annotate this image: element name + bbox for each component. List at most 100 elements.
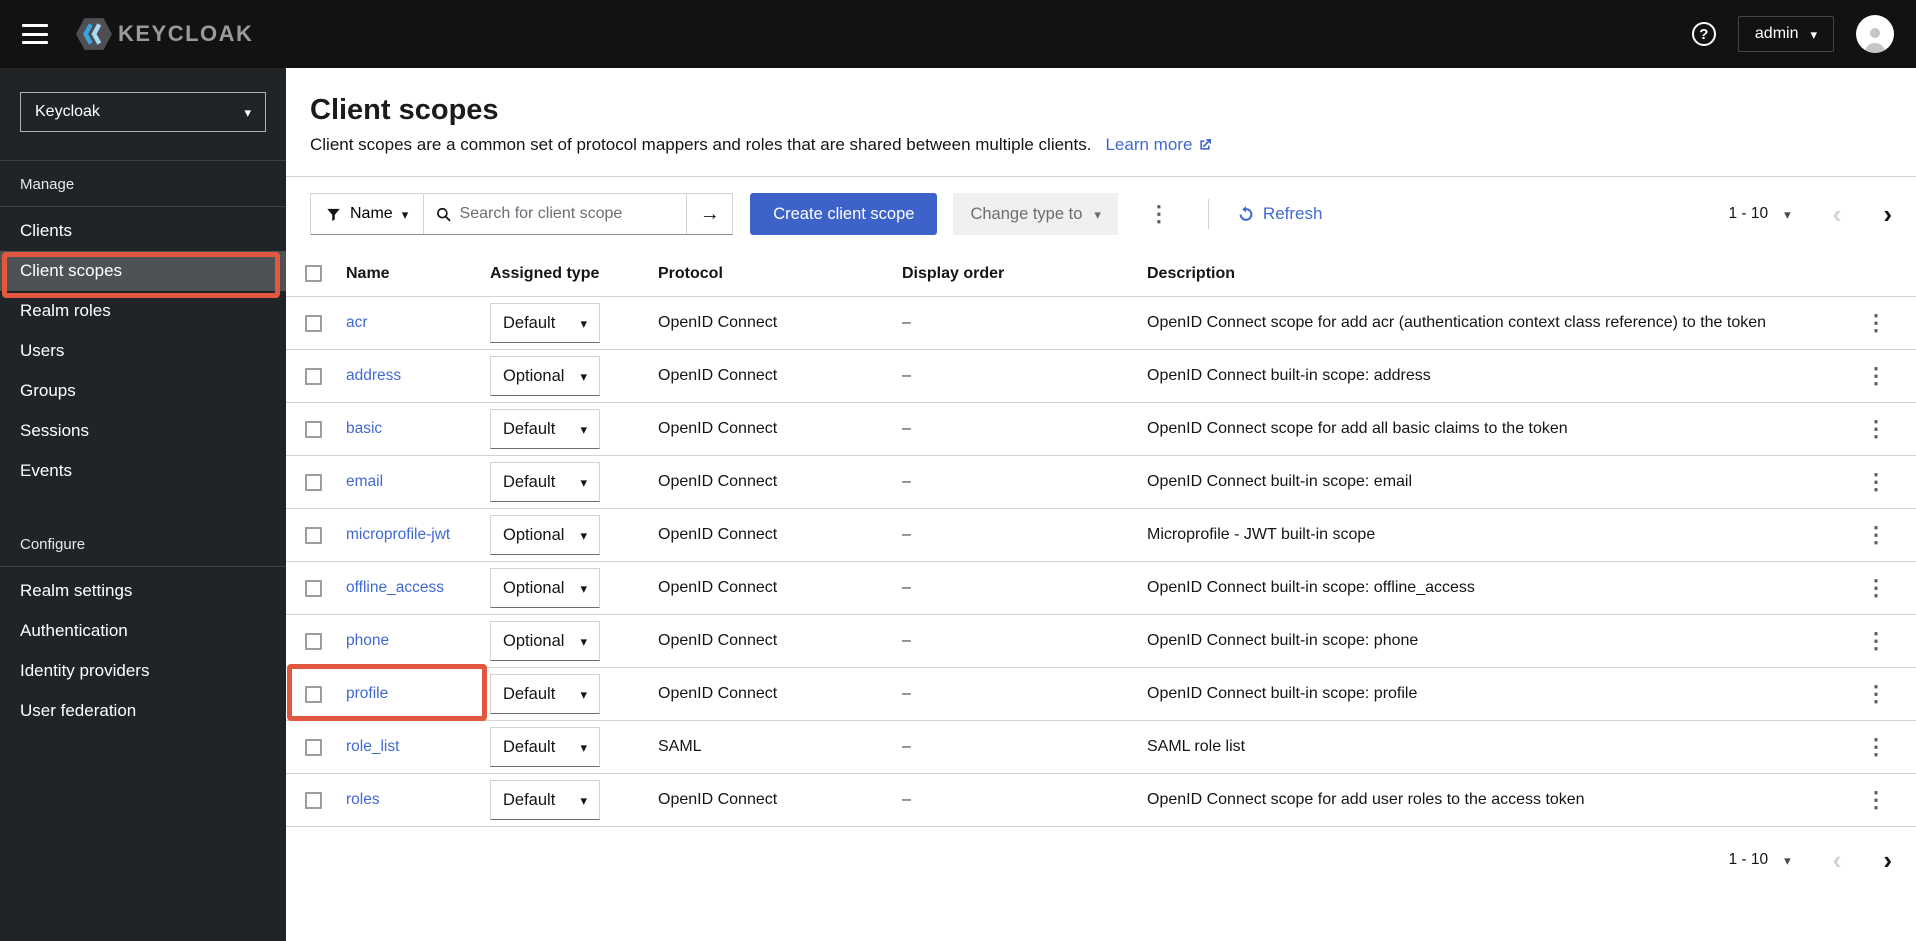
refresh-button[interactable]: Refresh bbox=[1237, 204, 1322, 224]
row-kebab-menu[interactable]: ⋮ bbox=[1857, 626, 1895, 656]
select-all-checkbox[interactable] bbox=[305, 265, 322, 282]
next-page-button[interactable]: › bbox=[1883, 201, 1892, 227]
row-kebab-menu[interactable]: ⋮ bbox=[1857, 679, 1895, 709]
assigned-type-select[interactable]: Default ▾ bbox=[490, 462, 600, 502]
change-type-to-dropdown[interactable]: Change type to ▾ bbox=[953, 193, 1118, 235]
chevron-down-icon: ▾ bbox=[1094, 206, 1101, 222]
row-checkbox[interactable] bbox=[305, 314, 322, 332]
pagination-dropdown-icon[interactable]: ▾ bbox=[1784, 208, 1791, 221]
assigned-type-select[interactable]: Default ▾ bbox=[490, 409, 600, 449]
protocol-cell: OpenID Connect bbox=[658, 579, 778, 596]
description-cell: OpenID Connect built-in scope: profile bbox=[1147, 685, 1418, 702]
row-checkbox[interactable] bbox=[305, 738, 322, 756]
previous-page-button[interactable]: ‹ bbox=[1833, 201, 1842, 227]
scope-name-link[interactable]: microprofile-jwt bbox=[346, 526, 490, 544]
chevron-down-icon: ▾ bbox=[580, 474, 587, 490]
assigned-type-select[interactable]: Default ▾ bbox=[490, 303, 600, 343]
main-content: Client scopes Client scopes are a common… bbox=[286, 68, 1916, 941]
top-pagination: 1 - 10 ▾ ‹ › bbox=[1728, 201, 1892, 227]
display-order-cell: – bbox=[902, 314, 911, 331]
sidebar-item-realm-roles[interactable]: Realm roles bbox=[0, 291, 286, 331]
row-kebab-menu[interactable]: ⋮ bbox=[1857, 308, 1895, 338]
assigned-type-select[interactable]: Default ▾ bbox=[490, 674, 600, 714]
sidebar-item-events[interactable]: Events bbox=[0, 451, 286, 491]
bottom-pagination: 1 - 10 ▾ ‹ › bbox=[286, 827, 1916, 873]
search-input[interactable] bbox=[459, 205, 675, 223]
help-icon[interactable]: ? bbox=[1691, 22, 1716, 46]
assigned-type-select[interactable]: Optional ▾ bbox=[490, 621, 600, 661]
sidebar-item-groups[interactable]: Groups bbox=[0, 371, 286, 411]
description-cell: OpenID Connect built-in scope: address bbox=[1147, 367, 1431, 384]
scope-name-link[interactable]: roles bbox=[346, 791, 490, 809]
table-header-row: Name Assigned type Protocol Display orde… bbox=[286, 251, 1916, 297]
search-submit-button[interactable]: → bbox=[686, 194, 733, 234]
row-kebab-menu[interactable]: ⋮ bbox=[1857, 573, 1895, 603]
row-checkbox[interactable] bbox=[305, 579, 322, 597]
realm-selector-label: Keycloak bbox=[35, 103, 100, 120]
column-header-name: Name bbox=[346, 264, 390, 282]
table-row-email: email Default ▾ OpenID Connect – OpenID Conne… bbox=[286, 456, 1916, 509]
sidebar-item-sessions[interactable]: Sessions bbox=[0, 411, 286, 451]
row-checkbox[interactable] bbox=[305, 420, 322, 438]
description-cell: OpenID Connect built-in scope: phone bbox=[1147, 632, 1419, 649]
scope-name-link[interactable]: profile bbox=[346, 685, 490, 703]
scope-name-link[interactable]: email bbox=[346, 473, 490, 491]
row-checkbox[interactable] bbox=[305, 685, 322, 703]
assigned-type-select[interactable]: Default ▾ bbox=[490, 727, 600, 767]
assigned-type-value: Optional bbox=[503, 578, 565, 597]
row-checkbox[interactable] bbox=[305, 791, 322, 809]
protocol-cell: SAML bbox=[658, 738, 702, 755]
client-scopes-table: Name Assigned type Protocol Display orde… bbox=[286, 251, 1916, 827]
scope-name-link[interactable]: role_list bbox=[346, 738, 490, 756]
sidebar-item-user-federation[interactable]: User federation bbox=[0, 691, 286, 731]
previous-page-button[interactable]: ‹ bbox=[1833, 847, 1842, 873]
pagination-dropdown-icon[interactable]: ▾ bbox=[1784, 854, 1791, 867]
sidebar-item-realm-settings[interactable]: Realm settings bbox=[0, 571, 286, 611]
filter-type-dropdown[interactable]: Name ▾ bbox=[311, 194, 425, 234]
protocol-cell: OpenID Connect bbox=[658, 314, 778, 331]
scope-name-link[interactable]: acr bbox=[346, 314, 490, 332]
table-row-roles: roles Default ▾ OpenID Connect – OpenID Conne… bbox=[286, 774, 1916, 827]
realm-selector[interactable]: Keycloak ▾ bbox=[20, 92, 266, 132]
assigned-type-select[interactable]: Optional ▾ bbox=[490, 568, 600, 608]
user-menu-dropdown[interactable]: admin ▾ bbox=[1737, 16, 1834, 52]
search-box bbox=[424, 194, 686, 234]
assigned-type-select[interactable]: Default ▾ bbox=[490, 780, 600, 820]
scope-name-link[interactable]: phone bbox=[346, 632, 490, 650]
sidebar-item-identity-providers[interactable]: Identity providers bbox=[0, 651, 286, 691]
row-kebab-menu[interactable]: ⋮ bbox=[1857, 732, 1895, 762]
scope-name-link[interactable]: offline_access bbox=[346, 579, 490, 597]
row-kebab-menu[interactable]: ⋮ bbox=[1857, 520, 1895, 550]
assigned-type-value: Optional bbox=[503, 366, 565, 385]
sidebar-item-clients[interactable]: Clients bbox=[0, 211, 286, 251]
row-kebab-menu[interactable]: ⋮ bbox=[1857, 467, 1895, 497]
learn-more-link[interactable]: Learn more bbox=[1105, 134, 1213, 156]
row-checkbox[interactable] bbox=[305, 632, 322, 650]
create-client-scope-button[interactable]: Create client scope bbox=[750, 193, 938, 235]
hamburger-menu-icon[interactable] bbox=[22, 24, 48, 44]
toolbar-kebab-menu[interactable]: ⋮ bbox=[1140, 199, 1178, 229]
scope-name-link[interactable]: address bbox=[346, 367, 490, 385]
row-kebab-menu[interactable]: ⋮ bbox=[1857, 361, 1895, 391]
search-group: Name ▾ → bbox=[310, 193, 734, 235]
sidebar-item-users[interactable]: Users bbox=[0, 331, 286, 371]
assigned-type-select[interactable]: Optional ▾ bbox=[490, 356, 600, 396]
row-kebab-menu[interactable]: ⋮ bbox=[1857, 785, 1895, 815]
row-kebab-menu[interactable]: ⋮ bbox=[1857, 414, 1895, 444]
assigned-type-value: Optional bbox=[503, 631, 565, 650]
sidebar-item-authentication[interactable]: Authentication bbox=[0, 611, 286, 651]
scope-name-link[interactable]: basic bbox=[346, 420, 490, 438]
assigned-type-select[interactable]: Optional ▾ bbox=[490, 515, 600, 555]
avatar[interactable] bbox=[1856, 15, 1894, 53]
external-link-icon bbox=[1200, 139, 1212, 150]
row-checkbox[interactable] bbox=[305, 473, 322, 491]
next-page-button[interactable]: › bbox=[1883, 847, 1892, 873]
row-checkbox[interactable] bbox=[305, 367, 322, 385]
description-cell: Microprofile - JWT built-in scope bbox=[1147, 526, 1376, 543]
sidebar-item-client-scopes[interactable]: Client scopes bbox=[0, 251, 286, 291]
description-cell: OpenID Connect built-in scope: email bbox=[1147, 473, 1413, 490]
row-checkbox[interactable] bbox=[305, 526, 322, 544]
brand-text: KEYCLOAK bbox=[118, 21, 254, 46]
chevron-down-icon: ▾ bbox=[580, 527, 587, 543]
filter-icon bbox=[327, 208, 340, 221]
